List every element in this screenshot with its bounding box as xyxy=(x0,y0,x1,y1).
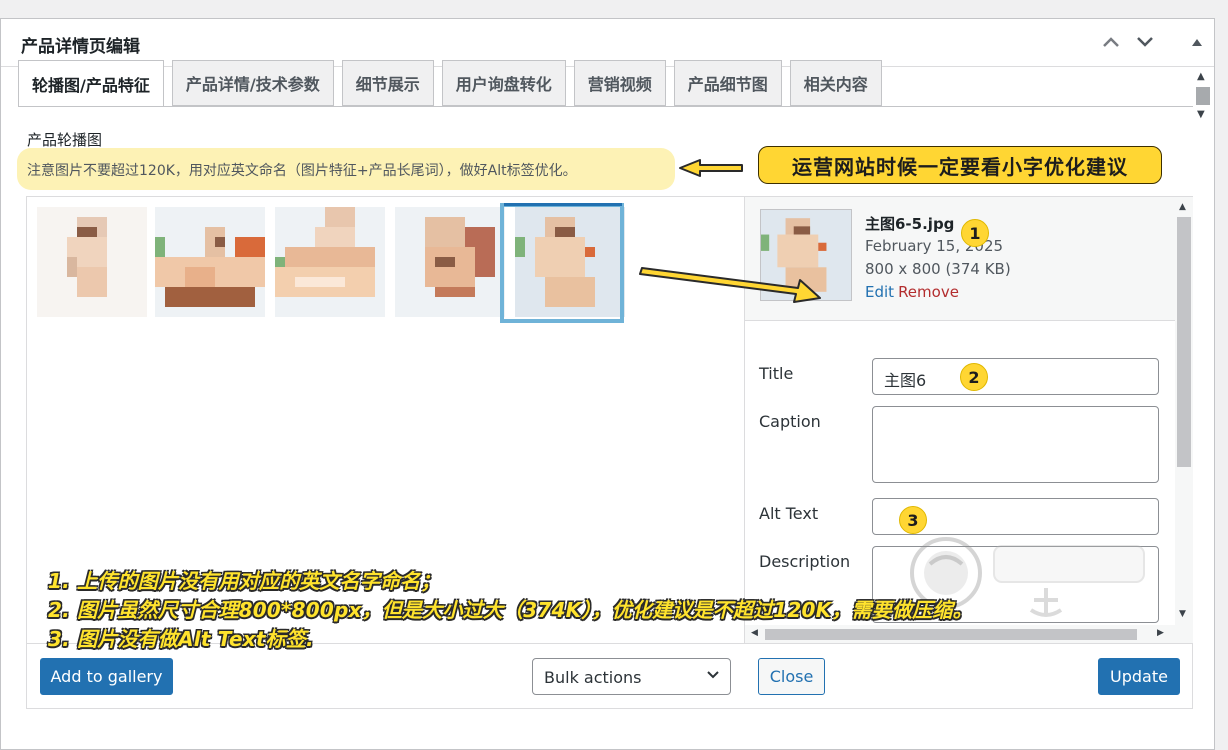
tab-inquiry-conversion[interactable]: 用户询盘转化 xyxy=(441,60,566,106)
attachment-filename: 主图6-5.jpg xyxy=(865,215,955,233)
description-label: Description xyxy=(759,552,851,571)
section-label: 产品轮播图 xyxy=(27,131,103,149)
scroll-right-icon[interactable]: ▶ xyxy=(1157,628,1164,638)
gallery-thumbnail[interactable] xyxy=(395,207,505,317)
callout-banner: 运营网站时候一定要看小字优化建议 xyxy=(758,146,1162,184)
tabs-scrollbar[interactable]: ▲ ▼ xyxy=(1194,71,1212,123)
scroll-left-icon[interactable]: ◀ xyxy=(751,628,758,638)
add-to-gallery-button[interactable]: Add to gallery xyxy=(40,658,173,695)
sidebar-scrollbar[interactable]: ▲ ▼ xyxy=(1175,197,1193,643)
move-up-icon[interactable] xyxy=(1100,31,1122,53)
tabs-divider xyxy=(18,106,1193,107)
gallery-thumbnail[interactable] xyxy=(155,207,265,317)
callout-arrow-icon xyxy=(679,159,743,177)
tab-related-content[interactable]: 相关内容 xyxy=(789,60,882,106)
bulk-actions-value: Bulk actions xyxy=(544,668,642,687)
update-button[interactable]: Update xyxy=(1098,658,1180,695)
title-field[interactable]: 主图6 xyxy=(872,358,1159,395)
scrollbar-thumb[interactable] xyxy=(765,629,1137,640)
annotation-line-1: 1. 上传的图片没有用对应的英文名字命名； xyxy=(48,569,441,593)
gallery-thumbnail[interactable] xyxy=(37,207,147,317)
tab-marketing-video[interactable]: 营销视频 xyxy=(573,60,666,106)
marker-badge-2: 2 xyxy=(960,363,988,391)
caption-label: Caption xyxy=(759,412,821,431)
tab-bar: 轮播图/产品特征 产品详情/技术参数 细节展示 用户询盘转化 营销视频 产品细节… xyxy=(18,60,882,107)
chevron-down-icon xyxy=(706,668,720,684)
scrollbar-thumb[interactable] xyxy=(1196,87,1210,105)
selection-bar xyxy=(504,203,622,206)
attachment-dimensions: 800 x 800 (374 KB) xyxy=(865,260,1011,278)
marker-badge-1: 1 xyxy=(961,219,989,247)
remove-link[interactable]: Remove xyxy=(898,283,959,301)
annotation-line-3: 3. 图片没有做Alt Text标签. xyxy=(48,627,314,651)
bulk-actions-select[interactable]: Bulk actions xyxy=(532,658,731,695)
tab-detail-showcase[interactable]: 细节展示 xyxy=(341,60,434,106)
optimization-notice: 注意图片不要超过120K，用对应英文命名（图片特征+产品长尾词），做好Alt标签… xyxy=(17,148,675,190)
move-down-icon[interactable] xyxy=(1134,31,1156,53)
title-label: Title xyxy=(759,364,794,383)
scroll-up-icon[interactable]: ▲ xyxy=(1179,202,1186,212)
sidebar-hscrollbar[interactable]: ◀ ▶ xyxy=(745,625,1175,643)
attachment-links: Edit Remove xyxy=(865,283,959,301)
scrollbar-thumb[interactable] xyxy=(1177,217,1191,467)
close-button[interactable]: Close xyxy=(758,658,825,695)
scroll-down-icon[interactable]: ▼ xyxy=(1197,109,1205,120)
alt-text-label: Alt Text xyxy=(759,504,819,523)
metabox-title: 产品详情页编辑 xyxy=(21,37,140,57)
selection-frame xyxy=(500,203,624,323)
gallery-thumbnail[interactable] xyxy=(275,207,385,317)
toggle-panel-icon[interactable] xyxy=(1186,31,1208,53)
annotation-arrow-icon xyxy=(639,267,821,303)
scroll-down-icon[interactable]: ▼ xyxy=(1179,609,1186,619)
scroll-up-icon[interactable]: ▲ xyxy=(1197,71,1205,82)
caption-textarea[interactable] xyxy=(872,406,1159,483)
tab-carousel[interactable]: 轮播图/产品特征 xyxy=(18,60,164,107)
annotation-line-2: 2. 图片虽然尺寸合理800*800px，但是大小过大（374K），优化建议是不… xyxy=(48,598,973,622)
media-toolbar: Add to gallery Bulk actions Close Update xyxy=(27,643,1192,708)
edit-link[interactable]: Edit xyxy=(865,283,894,301)
tab-detail-images[interactable]: 产品细节图 xyxy=(673,60,782,106)
tab-details-specs[interactable]: 产品详情/技术参数 xyxy=(171,60,334,106)
